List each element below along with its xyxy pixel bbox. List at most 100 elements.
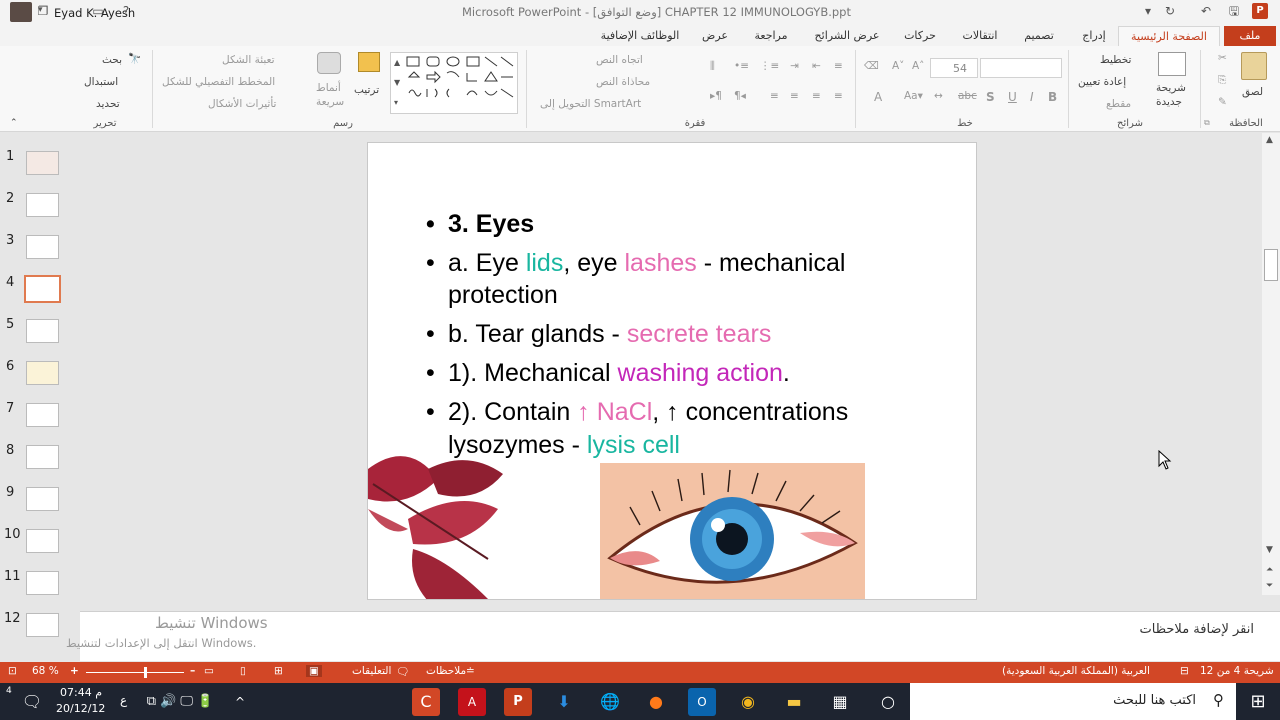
- layout-button[interactable]: تخطيط: [1100, 54, 1131, 66]
- tab-home[interactable]: الصفحة الرئيسية: [1118, 26, 1220, 46]
- customize-icon[interactable]: ▾: [1140, 3, 1156, 19]
- network-app-icon[interactable]: 🌐: [596, 688, 624, 716]
- cortana-icon[interactable]: ○: [874, 688, 902, 716]
- text-direction-button[interactable]: اتجاه النص: [596, 54, 643, 66]
- slide-line-washing[interactable]: • 1). Mechanical washing action.: [426, 358, 790, 389]
- undo-icon[interactable]: ↶: [1198, 3, 1214, 19]
- collapse-ribbon-icon[interactable]: ⌃: [10, 118, 18, 128]
- center-icon[interactable]: ≡: [812, 90, 821, 102]
- bold-button[interactable]: B: [1048, 90, 1057, 104]
- zoom-in-icon[interactable]: +: [70, 665, 79, 677]
- font-size-dropdown[interactable]: 54: [930, 58, 978, 78]
- zoom-level[interactable]: 68 %: [32, 665, 59, 677]
- ribbon-display-icon[interactable]: ▭: [90, 3, 106, 19]
- clock-time[interactable]: 07:44 م: [60, 686, 102, 699]
- slide-thumbnail[interactable]: [26, 403, 59, 427]
- slide-line-lids[interactable]: • a. Eye lids, eye lashes - mechanical: [426, 248, 946, 279]
- next-slide-icon[interactable]: ⏷: [1266, 581, 1273, 591]
- shapes-gallery[interactable]: ▲ ▼ ▾: [390, 52, 518, 114]
- align-right-icon[interactable]: ≡: [834, 90, 843, 102]
- repeat-icon[interactable]: ↻: [1162, 3, 1178, 19]
- cut-icon[interactable]: ✂: [1218, 52, 1227, 64]
- prev-slide-icon[interactable]: ⏶: [1266, 565, 1273, 575]
- align-left-icon[interactable]: ≡: [790, 90, 799, 102]
- clear-format-icon[interactable]: ⌫: [864, 60, 879, 72]
- search-placeholder[interactable]: اكتب هنا للبحث: [1113, 693, 1196, 708]
- notifications-icon[interactable]: 🗨: [18, 688, 46, 716]
- underline-button[interactable]: U: [1008, 90, 1017, 104]
- strikethrough-button[interactable]: abc: [958, 90, 977, 102]
- outlook-icon[interactable]: O: [688, 688, 716, 716]
- slideshow-view-icon[interactable]: ▭: [204, 665, 214, 677]
- slide-line-tear-glands[interactable]: • b. Tear glands - secrete tears: [426, 319, 771, 350]
- notes-placeholder[interactable]: انقر لإضافة ملاحظات: [1140, 622, 1254, 637]
- acrobat-icon[interactable]: A: [458, 688, 486, 716]
- new-slide-button[interactable]: شريحة جديدة: [1152, 52, 1192, 116]
- scroll-thumb[interactable]: [1264, 249, 1278, 281]
- tab-slideshow[interactable]: عرض الشرائح: [808, 26, 886, 46]
- section-button[interactable]: مقطع: [1106, 98, 1131, 110]
- reading-view-icon[interactable]: ▯: [240, 665, 246, 677]
- powerpoint-taskbar-icon[interactable]: P: [504, 688, 532, 716]
- store-icon[interactable]: ▦: [826, 688, 854, 716]
- tab-animations[interactable]: حركات: [898, 26, 942, 46]
- tab-transitions[interactable]: انتقالات: [955, 26, 1005, 46]
- slide-canvas[interactable]: • 3. Eyes • a. Eye lids, eye lashes - mech…: [367, 142, 977, 600]
- user-avatar[interactable]: [10, 2, 32, 22]
- tab-insert[interactable]: إدراج: [1074, 26, 1114, 46]
- comments-button[interactable]: التعليقات: [352, 665, 391, 677]
- slide-thumbnail[interactable]: [26, 487, 59, 511]
- slide-thumbnail[interactable]: [26, 151, 59, 175]
- ltr-icon[interactable]: ▸¶: [710, 90, 722, 102]
- replace-button[interactable]: استبدال: [84, 76, 118, 88]
- format-painter-icon[interactable]: ✎: [1218, 96, 1227, 108]
- spellcheck-icon[interactable]: ⊟: [1180, 665, 1189, 677]
- slide-thumbnail[interactable]: [26, 571, 59, 595]
- decrease-indent-icon[interactable]: ⇤: [812, 60, 821, 72]
- tab-view[interactable]: عرض: [698, 26, 732, 46]
- system-tray-icons[interactable]: ⧉ 🔊 🖵 🔋: [140, 688, 220, 716]
- zoom-out-icon[interactable]: –: [190, 665, 195, 677]
- slide-thumbnail[interactable]: [26, 319, 59, 343]
- slide-thumbnail[interactable]: [26, 235, 59, 259]
- notes-pane[interactable]: انقر لإضافة ملاحظات تنشيط Windows انتقل …: [66, 611, 1280, 661]
- vertical-scrollbar[interactable]: ▲ ▼ ⏶ ⏷: [1262, 133, 1280, 595]
- notes-button[interactable]: ملاحظات: [426, 665, 466, 677]
- columns-icon[interactable]: ⫼: [710, 60, 715, 73]
- slide-thumbnail[interactable]: [26, 445, 59, 469]
- font-color-icon[interactable]: A: [874, 90, 882, 104]
- shape-effects-button[interactable]: تأثيرات الأشكال: [208, 98, 276, 110]
- zoom-slider[interactable]: [86, 667, 184, 678]
- taskbar-search-box[interactable]: اكتب هنا للبحث ⚲: [910, 683, 1236, 720]
- windows-start-icon[interactable]: ⊞: [1244, 688, 1272, 716]
- shadow-button[interactable]: S: [986, 90, 995, 104]
- firefox-icon[interactable]: ●: [642, 688, 670, 716]
- paste-button[interactable]: لصق: [1238, 52, 1270, 102]
- grow-font-icon[interactable]: A˄: [912, 60, 924, 72]
- slide-line-eyes[interactable]: • 3. Eyes: [426, 209, 534, 240]
- slide-thumbnail[interactable]: [26, 361, 59, 385]
- normal-view-icon[interactable]: ▣: [306, 665, 322, 677]
- leaves-image[interactable]: [368, 449, 513, 600]
- tab-review[interactable]: مراجعة: [747, 26, 795, 46]
- align-text-button[interactable]: محاذاة النص: [596, 76, 650, 88]
- quick-styles-button[interactable]: أنماط سريعة: [310, 52, 348, 116]
- reset-button[interactable]: إعادة تعيين: [1078, 76, 1126, 88]
- slide-thumbnail[interactable]: [26, 193, 59, 217]
- select-button[interactable]: تحديد: [96, 98, 120, 110]
- input-language[interactable]: ع: [120, 693, 127, 707]
- clock-date[interactable]: 20/12/12: [56, 702, 105, 715]
- find-button[interactable]: بحث: [102, 54, 122, 66]
- help-icon[interactable]: ?: [118, 3, 134, 19]
- copy-icon[interactable]: ⎘: [1218, 74, 1226, 87]
- smartart-button[interactable]: التحويل إلى SmartArt: [540, 98, 641, 110]
- slide-line-protection[interactable]: protection: [448, 280, 558, 311]
- slide-line-contain[interactable]: • 2). Contain ↑ NaCl, ↑ concentrations: [426, 397, 848, 428]
- chrome-icon[interactable]: ◉: [734, 688, 762, 716]
- increase-indent-icon[interactable]: ⇥: [790, 60, 799, 72]
- fit-slide-icon[interactable]: ⊡: [8, 665, 17, 677]
- show-hidden-icons[interactable]: ^: [226, 688, 254, 716]
- zoom-slider-thumb[interactable]: [144, 667, 147, 678]
- shape-outline-button[interactable]: المخطط التفصيلي للشكل: [162, 76, 275, 88]
- scroll-up-icon[interactable]: ▲: [1266, 135, 1273, 145]
